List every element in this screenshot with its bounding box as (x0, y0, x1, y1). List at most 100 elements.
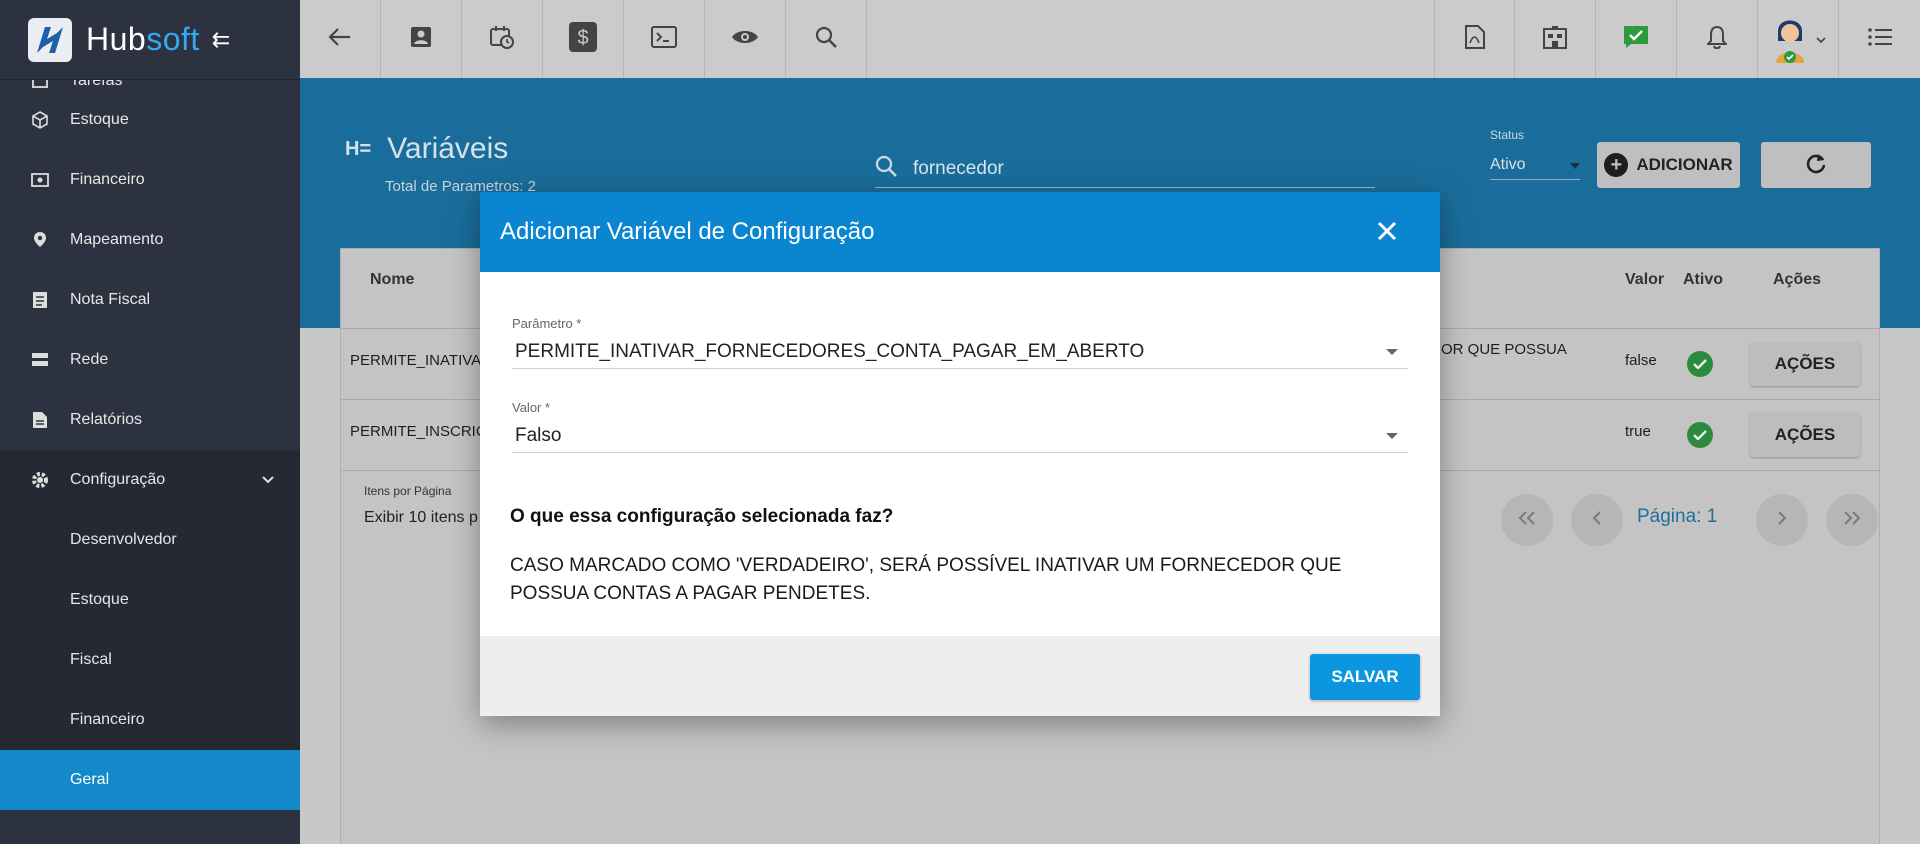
per-page-select[interactable]: Exibir 10 itens p (364, 509, 478, 527)
last-page-button[interactable] (1826, 494, 1878, 546)
company-button[interactable] (1515, 0, 1596, 78)
add-button-label: ADICIONAR (1636, 155, 1733, 174)
pdf-file-icon (1464, 24, 1485, 54)
add-button[interactable]: + ADICIONAR (1597, 142, 1740, 188)
col-header-nome: Nome (370, 271, 415, 288)
sidebar-nav: Tarefas Estoque Financeiro Mapeamento No… (0, 80, 300, 810)
top-toolbar: $ (300, 0, 1920, 80)
schedule-button[interactable] (462, 0, 543, 78)
eye-icon (731, 28, 759, 51)
acoes-button[interactable]: AÇÕES (1750, 342, 1860, 386)
valor-field: Valor * Falso (512, 400, 1408, 453)
terminal-icon (651, 25, 677, 53)
network-icon (30, 350, 50, 370)
sidebar-item-label: Tarefas (70, 80, 123, 89)
first-page-button[interactable] (1501, 494, 1553, 546)
contact-card-icon (410, 26, 432, 53)
sidebar-item-relatorios[interactable]: Relatórios (0, 390, 300, 450)
chevron-left-icon (1592, 510, 1602, 530)
chevrons-left-icon (1518, 510, 1536, 530)
search-icon (815, 26, 837, 53)
sidebar-item-label: Mapeamento (70, 231, 164, 248)
dialog-title: Adicionar Variável de Configuração (500, 218, 875, 245)
collapse-menu-icon[interactable]: ⇇ (212, 27, 230, 53)
acoes-button[interactable]: AÇÕES (1750, 413, 1860, 457)
brand-header: Hubsoft ⇇ (0, 0, 300, 80)
search-icon (875, 155, 899, 182)
dialog-footer: SALVAR (480, 636, 1440, 716)
next-page-button[interactable] (1756, 494, 1808, 546)
dialog-header: Adicionar Variável de Configuração (480, 192, 1440, 272)
sidebar-subitem-fiscal[interactable]: Fiscal (0, 630, 300, 690)
search-value: fornecedor (913, 157, 1004, 179)
sidebar-item-label: Estoque (70, 111, 129, 128)
prev-page-button[interactable] (1571, 494, 1623, 546)
status-value: Ativo (1490, 155, 1526, 173)
valor-value: Falso (515, 424, 562, 446)
sidebar-subitem-desenvolvedor[interactable]: Desenvolvedor (0, 510, 300, 570)
gear-icon (30, 470, 50, 490)
caret-down-icon (1386, 432, 1398, 439)
view-button[interactable] (705, 0, 786, 78)
sidebar-item-label: Relatórios (70, 411, 143, 428)
user-avatar (1770, 11, 1810, 68)
valor-label: Valor * (512, 400, 551, 415)
calendar-clock-icon (490, 25, 514, 54)
search-input[interactable]: fornecedor (875, 150, 1375, 188)
variables-icon: H= (345, 137, 372, 160)
sidebar-item-label: Nota Fiscal (70, 291, 151, 308)
svg-text:$: $ (577, 27, 588, 49)
sidebar-item-nota-fiscal[interactable]: Nota Fiscal (0, 270, 300, 330)
sidebar: Hubsoft ⇇ Tarefas Estoque Financeiro Map… (0, 0, 300, 844)
sidebar-subitem-estoque[interactable]: Estoque (0, 570, 300, 630)
cell-descricao: OR QUE POSSUA (1441, 341, 1567, 358)
status-filter[interactable]: Status Ativo (1490, 128, 1580, 180)
check-message-icon (1623, 25, 1649, 54)
help-question: O que essa configuração selecionada faz? (510, 506, 894, 527)
sidebar-item-tarefas[interactable]: Tarefas (0, 80, 300, 90)
building-icon (1543, 25, 1567, 54)
refresh-icon (1805, 152, 1827, 179)
help-description: CASO MARCADO COMO 'VERDADEIRO', SERÁ POS… (510, 555, 1342, 604)
sidebar-item-financeiro[interactable]: Financeiro (0, 150, 300, 210)
sidebar-item-rede[interactable]: Rede (0, 330, 300, 390)
valor-select[interactable]: Falso (512, 419, 1408, 453)
back-button[interactable] (300, 0, 381, 78)
page-indicator: Página: 1 (1637, 506, 1718, 527)
sidebar-item-label: Financeiro (70, 171, 145, 188)
cell-valor: false (1625, 352, 1657, 369)
cell-valor: true (1625, 423, 1651, 440)
report-icon (30, 410, 50, 430)
dollar-icon: $ (569, 21, 597, 57)
notifications-button[interactable] (1677, 0, 1758, 78)
sidebar-item-configuracao[interactable]: Configuração (0, 450, 300, 510)
finance-button[interactable]: $ (543, 0, 624, 78)
sidebar-subitem-geral[interactable]: Geral (0, 750, 300, 810)
sidebar-item-label: Rede (70, 351, 109, 368)
parametro-select[interactable]: PERMITE_INATIVAR_FORNECEDORES_CONTA_PAGA… (512, 335, 1408, 369)
caret-down-icon (1570, 156, 1580, 174)
terminal-button[interactable] (624, 0, 705, 78)
parametro-value: PERMITE_INATIVAR_FORNECEDORES_CONTA_PAGA… (515, 340, 1145, 362)
close-icon[interactable] (1376, 220, 1400, 244)
page-title: H= Variáveis (345, 132, 508, 166)
list-menu-button[interactable] (1839, 0, 1920, 78)
sidebar-item-estoque[interactable]: Estoque (0, 90, 300, 150)
caret-down-icon (1386, 348, 1398, 355)
save-button[interactable]: SALVAR (1310, 654, 1420, 700)
tasks-check-button[interactable] (1596, 0, 1677, 78)
contact-button[interactable] (381, 0, 462, 78)
sidebar-item-mapeamento[interactable]: Mapeamento (0, 210, 300, 270)
hubsoft-logo[interactable] (28, 17, 72, 62)
search-button[interactable] (786, 0, 867, 78)
sidebar-subitem-financeiro[interactable]: Financeiro (0, 690, 300, 750)
cell-nome: PERMITE_INATIVA (350, 352, 482, 369)
status-select[interactable]: Ativo (1490, 150, 1580, 180)
refresh-button[interactable] (1761, 142, 1871, 188)
pdf-button[interactable] (1434, 0, 1515, 78)
sidebar-item-label: Configuração (70, 471, 166, 488)
user-menu-button[interactable] (1758, 0, 1839, 78)
invoice-icon (30, 290, 50, 310)
col-header-ativo: Ativo (1683, 271, 1723, 288)
chevrons-right-icon (1843, 510, 1861, 530)
